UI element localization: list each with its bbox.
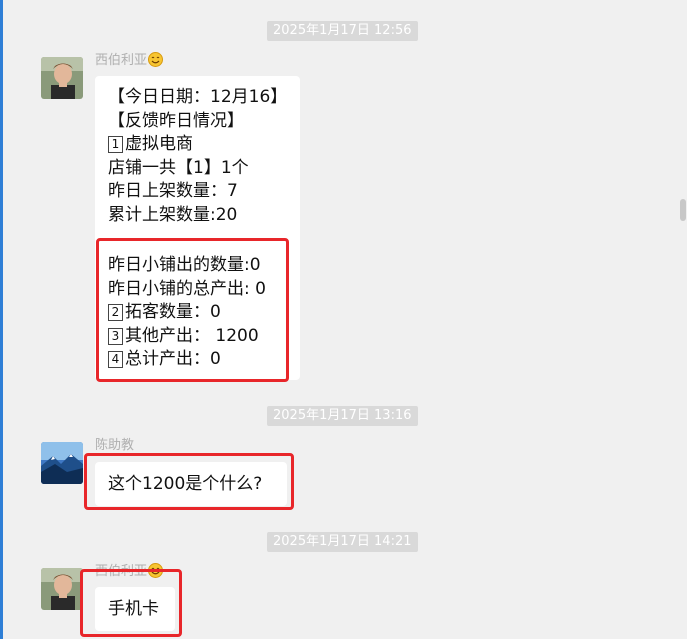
timestamp-divider: 2025年1月17日 13:16 [267,406,418,426]
keycap-number-icon: 1 [108,136,123,153]
message-line: 【今日日期：12月16】 [108,87,288,107]
message-text-block: 【今日日期：12月16】 【反馈昨日情况】 1 虚拟电商 店铺一共【1】1个 昨日… [108,86,287,227]
highlight-frame [80,569,182,637]
highlight-frame [84,453,294,510]
avatar[interactable] [41,57,83,99]
sender-name: 西伯利亚 [95,52,164,70]
timestamp-divider: 2025年1月17日 14:21 [267,532,418,552]
timestamp-divider: 2025年1月17日 12:56 [267,21,418,41]
highlight-frame [96,238,289,382]
message-line: 【反馈昨日情况】 [108,110,244,131]
side-pane-edge [0,0,3,639]
message-line: 1 虚拟电商 [108,133,287,157]
message-line: 累计上架数量:20 [108,204,238,225]
chat-window: 2025年1月17日 12:56 西伯利亚 【今日日期：12月16】 【反馈昨日… [0,0,687,639]
avatar[interactable] [41,442,83,484]
avatar[interactable] [41,568,83,610]
smile-emoji-icon [148,52,164,67]
scrollbar-thumb[interactable] [680,199,686,221]
message-line: 昨日上架数量：7 [108,181,238,201]
message-line: 店铺一共【1】1个 [108,157,249,178]
